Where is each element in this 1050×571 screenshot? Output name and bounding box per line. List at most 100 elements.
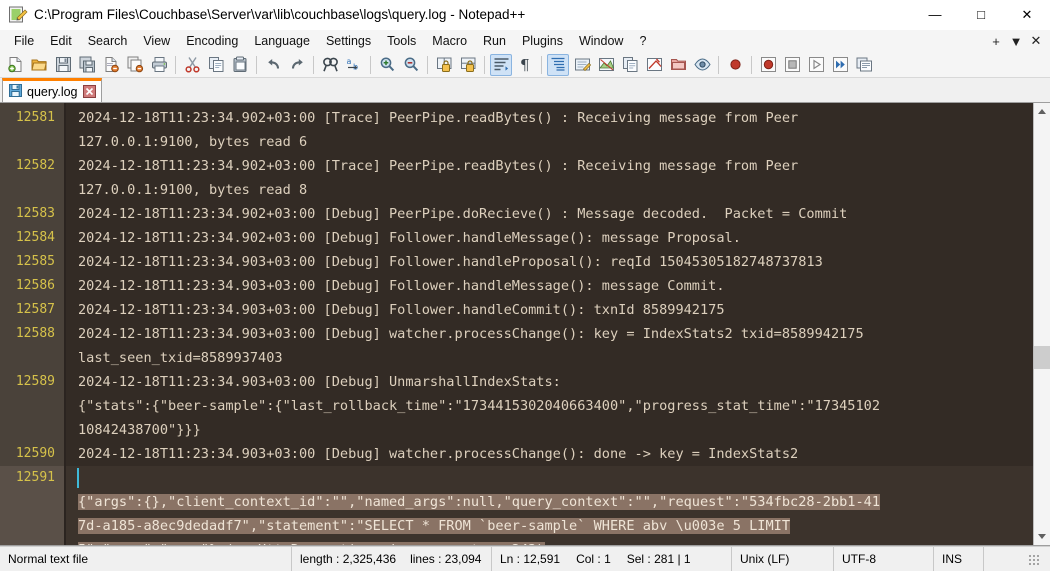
scrollbar-track[interactable] — [1033, 120, 1050, 528]
line-number: 12590 — [15, 446, 55, 461]
stop-recording-icon[interactable] — [781, 54, 803, 76]
code-row[interactable]: 127.0.0.1:9100, bytes read 8 — [66, 178, 1033, 202]
toolbar-separator — [313, 55, 314, 74]
code-row[interactable]: 2024-12-18T11:23:34.902+03:00 [Debug] Pe… — [66, 202, 1033, 226]
toolbar-separator — [718, 55, 719, 74]
code-text[interactable]: 2024-12-18T11:23:34.902+03:00 [Trace] Pe… — [66, 103, 1033, 545]
code-row[interactable]: 2024-12-18T11:23:34.902+03:00 [Trace] Pe… — [66, 106, 1033, 130]
paste-icon[interactable] — [229, 54, 251, 76]
code-row[interactable]: 2024-12-18T11:23:34.903+03:00 [Debug] Fo… — [66, 274, 1033, 298]
word-wrap-icon[interactable] — [490, 53, 512, 76]
toolbar-separator — [427, 55, 428, 74]
menu-search[interactable]: Search — [80, 32, 136, 51]
sync-horizontal-scroll-icon[interactable] — [457, 54, 479, 76]
save-icon[interactable] — [52, 54, 74, 76]
play-macro-icon[interactable] — [805, 54, 827, 76]
undo-icon[interactable] — [262, 54, 284, 76]
svg-text:¶: ¶ — [520, 56, 530, 73]
close-tab-icon[interactable] — [82, 85, 96, 98]
code-row[interactable]: {"stats":{"beer-sample":{"last_rollback_… — [66, 394, 1033, 418]
menu-macro[interactable]: Macro — [424, 32, 475, 51]
redo-icon[interactable] — [286, 54, 308, 76]
code-text-span: 127.0.0.1:9100, bytes read 8 — [78, 182, 308, 198]
menu-view[interactable]: View — [135, 32, 178, 51]
code-row[interactable]: 2024-12-18T11:23:34.903+03:00 [Debug] Fo… — [66, 250, 1033, 274]
cut-icon[interactable] — [181, 54, 203, 76]
code-row-selected[interactable]: 7d-a185-a8ec9dedadf7","statement":"SELEC… — [66, 514, 1033, 538]
print-icon[interactable] — [148, 54, 170, 76]
scroll-up-icon[interactable] — [1033, 103, 1050, 120]
notepad-plus-plus-icon — [8, 6, 28, 24]
line-number-wrap: . — [0, 490, 64, 514]
vertical-scrollbar[interactable] — [1033, 103, 1050, 545]
run-macro-multiple-icon[interactable] — [829, 54, 851, 76]
find-icon[interactable] — [319, 54, 341, 76]
zoom-out-icon[interactable] — [400, 54, 422, 76]
status-insert-mode[interactable]: INS — [934, 546, 984, 571]
code-row[interactable]: last_seen_txid=8589937403 — [66, 346, 1033, 370]
status-encoding[interactable]: UTF-8 — [834, 546, 934, 571]
code-row[interactable]: 2024-12-18T11:23:34.902+03:00 [Debug] Fo… — [66, 226, 1033, 250]
minimize-button[interactable]: — — [912, 0, 958, 30]
menu-plugins[interactable]: Plugins — [514, 32, 571, 51]
tab-query-log[interactable]: query.log — [2, 78, 102, 102]
code-row[interactable]: 2024-12-18T11:23:34.903+03:00 [Debug] wa… — [66, 442, 1033, 466]
menu-tools[interactable]: Tools — [379, 32, 424, 51]
copy-icon[interactable] — [205, 54, 227, 76]
toolbar: a b — [0, 52, 1050, 78]
code-row[interactable]: 127.0.0.1:9100, bytes read 6 — [66, 130, 1033, 154]
close-document-button[interactable]: ✕ — [1026, 33, 1046, 49]
document-list-icon[interactable] — [643, 54, 665, 76]
menu-edit[interactable]: Edit — [42, 32, 80, 51]
record-macro-icon[interactable] — [724, 54, 746, 76]
user-defined-language-icon[interactable] — [571, 54, 593, 76]
open-file-icon[interactable] — [28, 54, 50, 76]
menu-window[interactable]: Window — [571, 32, 631, 51]
maximize-button[interactable]: □ — [958, 0, 1004, 30]
code-row[interactable]: 2024-12-18T11:23:34.903+03:00 [Debug] wa… — [66, 322, 1033, 346]
code-row-selected[interactable]: {"args":{},"client_context_id":"","named… — [66, 490, 1033, 514]
code-row[interactable]: 2024-12-18T11:23:34.903+03:00 [Debug] Un… — [66, 370, 1033, 394]
scroll-down-icon[interactable] — [1033, 528, 1050, 545]
monitoring-icon[interactable] — [691, 54, 713, 76]
code-row-selected[interactable]: 5","user":"user"} (newHttpRequest|servic… — [66, 538, 1033, 545]
title-bar: C:\Program Files\Couchbase\Server\var\li… — [0, 0, 1050, 30]
code-text-span: 2024-12-18T11:23:34.903+03:00 [Debug] Un… — [78, 374, 561, 390]
indent-guide-icon[interactable] — [547, 53, 569, 76]
scrollbar-thumb[interactable] — [1033, 346, 1050, 369]
menu-help[interactable]: ? — [631, 32, 654, 51]
add-tab-button[interactable]: + — [986, 34, 1006, 49]
sync-vertical-scroll-icon[interactable] — [433, 54, 455, 76]
close-window-button[interactable]: ✕ — [1004, 0, 1050, 30]
menu-language[interactable]: Language — [246, 32, 318, 51]
zoom-in-icon[interactable] — [376, 54, 398, 76]
code-text-span: 2024-12-18T11:23:34.902+03:00 [Trace] Pe… — [78, 158, 799, 174]
code-row-selected[interactable]: 2024-12-18T11:23:36.061+03:00 [DEBUG] — [66, 466, 1033, 510]
code-row[interactable]: 2024-12-18T11:23:34.902+03:00 [Trace] Pe… — [66, 154, 1033, 178]
new-file-icon[interactable] — [4, 54, 26, 76]
code-text-span: 2024-12-18T11:23:34.903+03:00 [Debug] Fo… — [78, 302, 725, 318]
save-all-icon[interactable] — [76, 54, 98, 76]
close-all-files-icon[interactable] — [124, 54, 146, 76]
record-macro-icon-2[interactable] — [757, 54, 779, 76]
line-number-wrap: . — [0, 538, 64, 545]
tab-list-button[interactable]: ▼ — [1006, 34, 1026, 49]
replace-icon[interactable]: a b — [343, 54, 365, 76]
code-row[interactable]: 10842438700"}}} — [66, 418, 1033, 442]
folder-as-workspace-icon[interactable] — [667, 54, 689, 76]
toolbar-separator — [175, 55, 176, 74]
menu-settings[interactable]: Settings — [318, 32, 379, 51]
code-text-span: {"stats":{"beer-sample":{"last_rollback_… — [78, 398, 881, 414]
menu-run[interactable]: Run — [475, 32, 514, 51]
status-eol[interactable]: Unix (LF) — [732, 546, 834, 571]
code-row[interactable]: 2024-12-18T11:23:34.903+03:00 [Debug] Fo… — [66, 298, 1033, 322]
menu-encoding[interactable]: Encoding — [178, 32, 246, 51]
function-list-icon[interactable] — [619, 54, 641, 76]
menu-file[interactable]: File — [6, 32, 42, 51]
show-all-characters-icon[interactable]: ¶ — [514, 54, 536, 76]
status-lines: lines : 23,094 — [410, 552, 482, 566]
close-file-icon[interactable] — [100, 54, 122, 76]
status-resize-grip[interactable] — [984, 547, 1050, 571]
save-macro-icon[interactable] — [853, 54, 875, 76]
document-map-icon[interactable] — [595, 54, 617, 76]
